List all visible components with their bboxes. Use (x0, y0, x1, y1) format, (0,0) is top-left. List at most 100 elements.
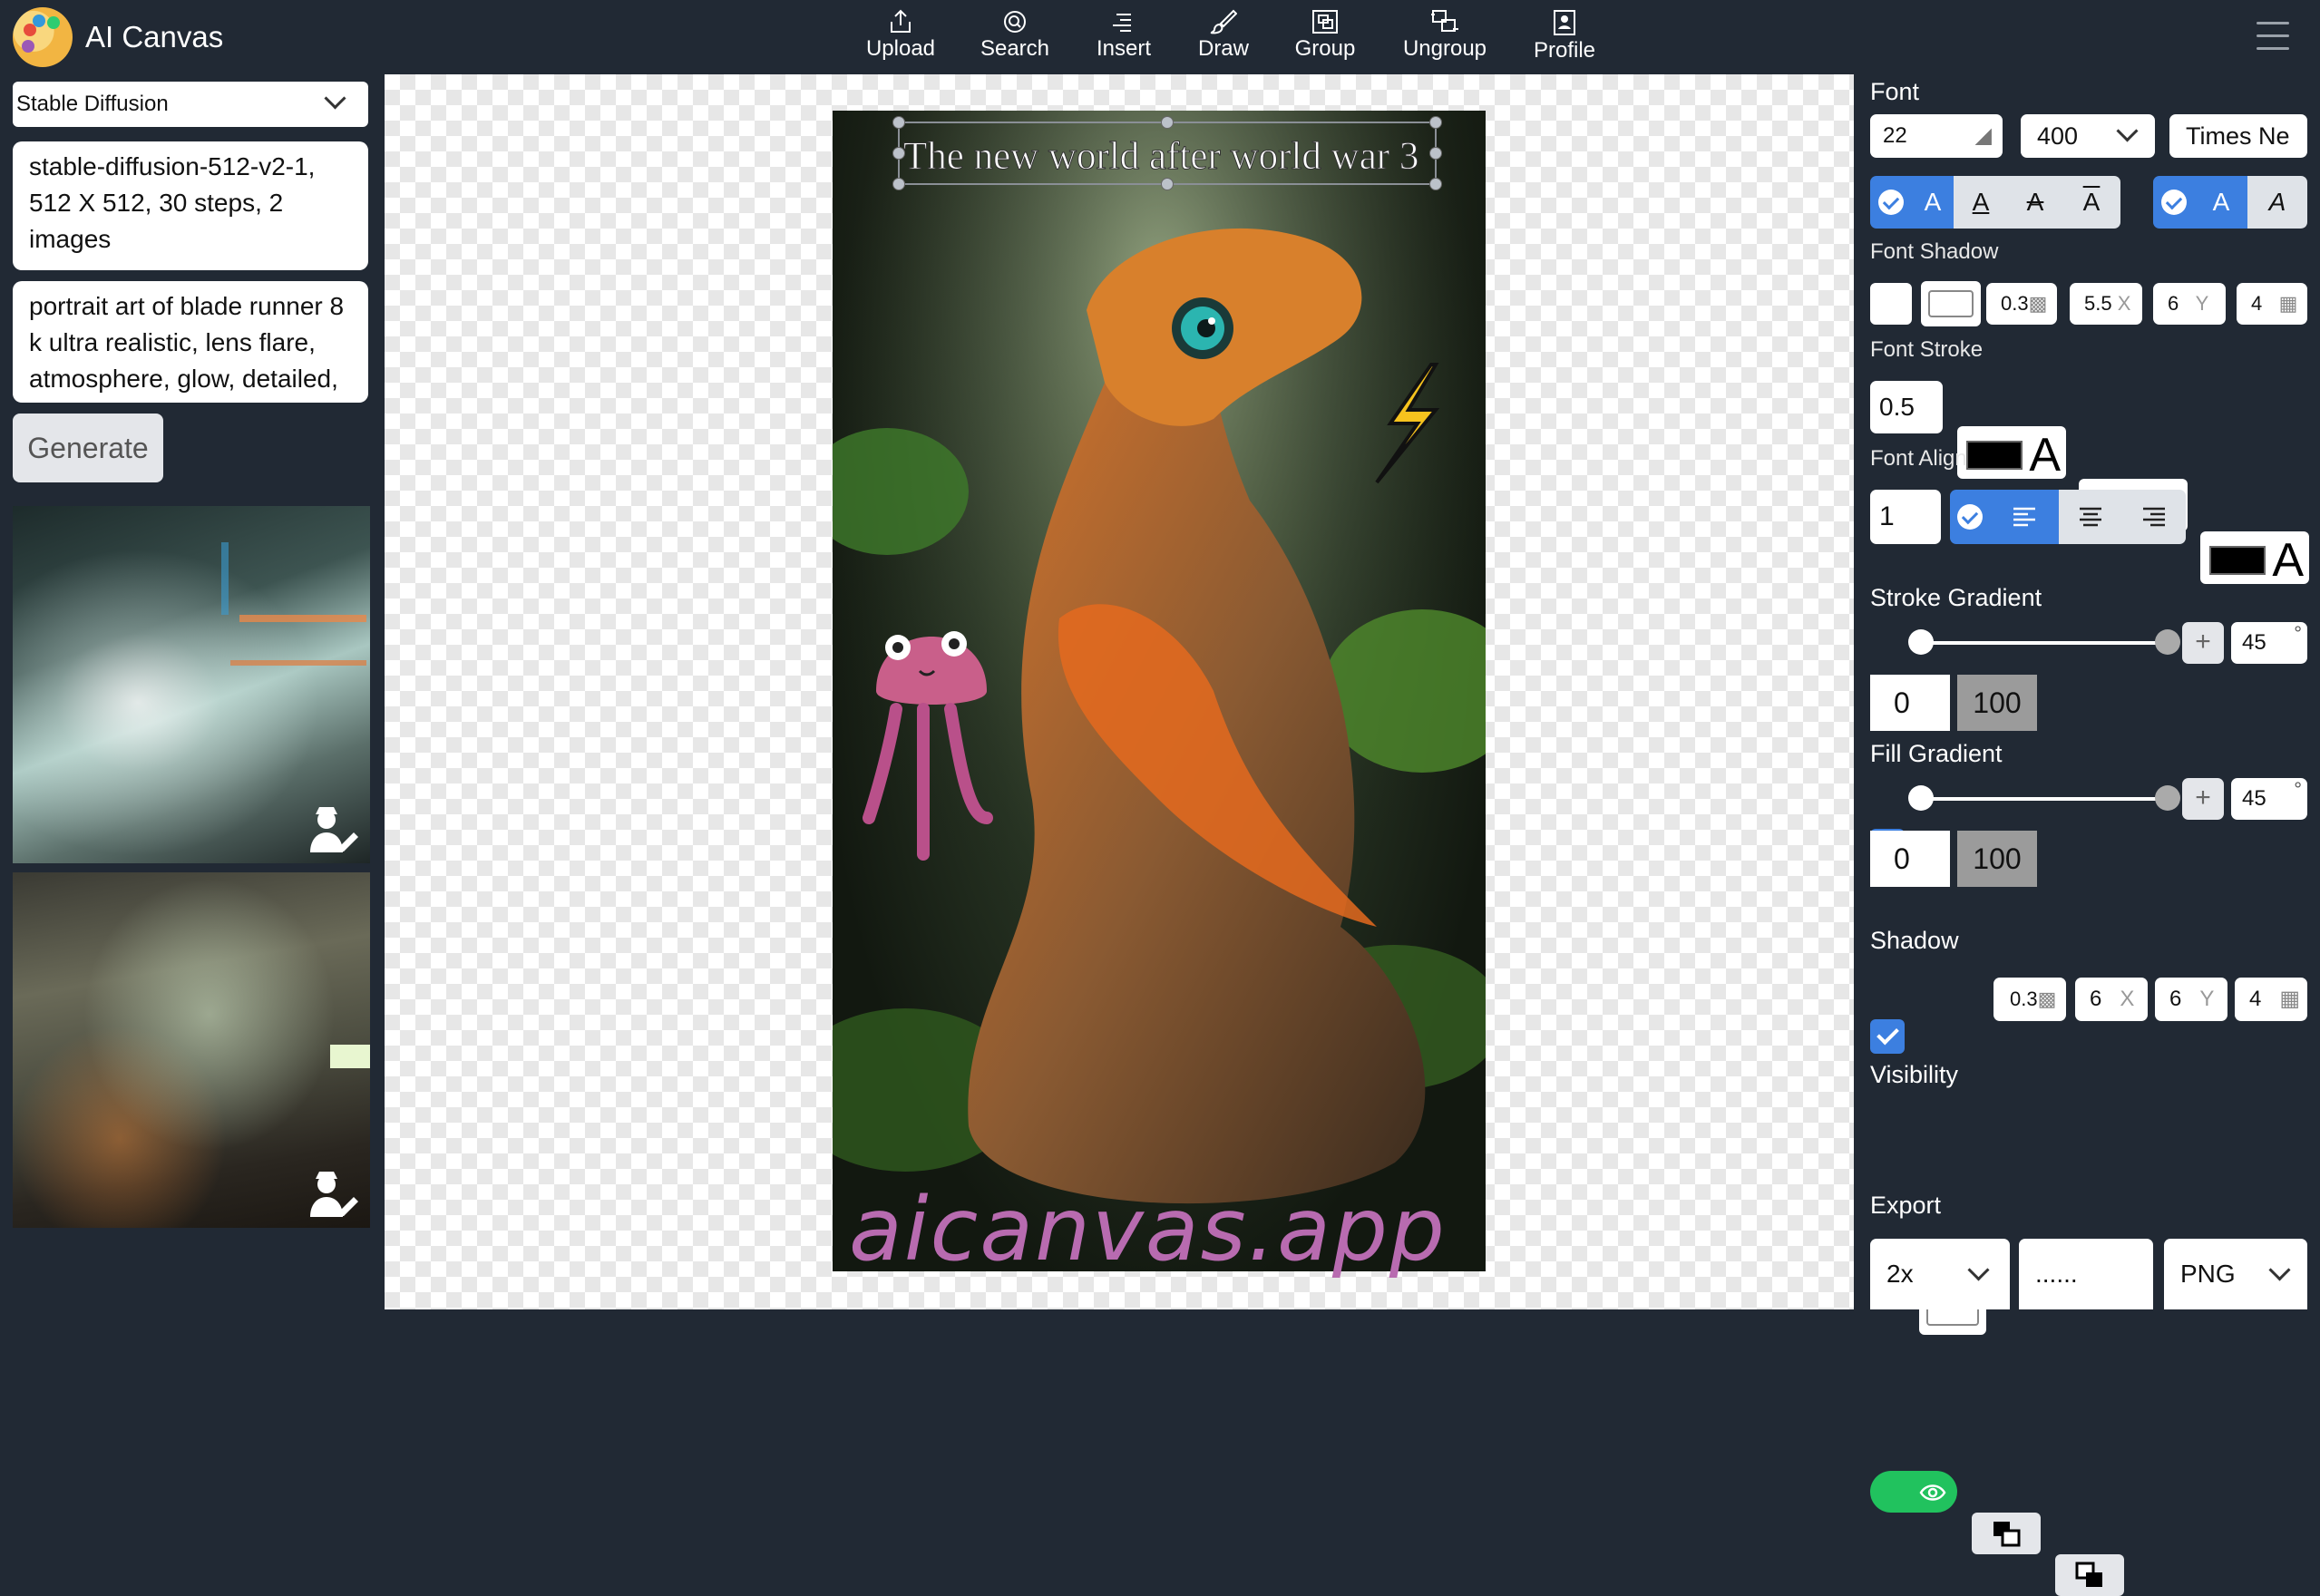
font-italic-toggle[interactable]: A (2247, 176, 2307, 229)
draw-button[interactable]: Draw (1174, 5, 1273, 69)
fill-gradient-end-input[interactable]: 100 (1957, 831, 2037, 887)
check-icon[interactable] (1870, 176, 1912, 229)
check-icon[interactable] (2153, 176, 2195, 229)
font-stroke-gradient-end-picker[interactable]: A (2200, 531, 2309, 587)
stroke-gradient-start-input[interactable]: 0 (1870, 675, 1950, 731)
shadow-opacity-input[interactable]: 0.3▩ (1993, 978, 2066, 1021)
shadow-y-input[interactable]: 6 Y (2155, 978, 2227, 1021)
canvas-artwork[interactable] (833, 111, 1486, 1271)
align-right-icon (2143, 507, 2165, 527)
opacity-icon: ▩ (2028, 292, 2048, 315)
stroke-gradient-end-input[interactable]: 100 (1957, 675, 2037, 731)
fill-gradient-add-button[interactable]: + (2182, 778, 2224, 820)
bring-forward-icon (1993, 1522, 2021, 1547)
font-style-group: A A (2153, 176, 2307, 229)
upload-button[interactable]: Upload (851, 5, 950, 69)
visibility-toggle[interactable] (1870, 1471, 1957, 1513)
resize-handle[interactable] (1161, 116, 1174, 129)
export-format-select[interactable]: PNG (2164, 1239, 2307, 1309)
resize-handle[interactable] (892, 116, 905, 129)
profile-label: Profile (1533, 38, 1596, 63)
edit-user-icon[interactable] (307, 1166, 361, 1221)
generated-image-thumbnail[interactable] (13, 506, 370, 863)
fill-gradient-start-input[interactable]: 0 (1870, 831, 1950, 887)
generate-button[interactable]: Generate (13, 414, 163, 482)
profile-icon (1554, 10, 1575, 35)
font-shadow-blur-input[interactable]: 4 ▦ (2237, 283, 2307, 325)
watermark-text[interactable]: aicanvas.app (849, 1179, 1447, 1280)
font-underline-toggle[interactable]: A (1954, 176, 2008, 229)
hamburger-menu-icon[interactable] (2257, 22, 2289, 53)
fill-gradient-checkbox[interactable] (1870, 1019, 1905, 1054)
font-shadow-x-input[interactable]: 5.5 X (2070, 283, 2142, 325)
resize-handle[interactable] (1429, 116, 1442, 129)
font-shadow-toggle[interactable] (1870, 283, 1912, 325)
font-regular-toggle[interactable]: A (2195, 176, 2247, 229)
search-icon (1004, 11, 1026, 33)
stroke-gradient-angle-value: 45 (2242, 630, 2266, 655)
y-unit: Y (2195, 292, 2209, 315)
align-center-icon (2080, 507, 2101, 527)
font-normal-toggle[interactable]: A (1912, 176, 1954, 229)
font-size-input[interactable]: 22 ◢ (1870, 114, 2003, 158)
profile-button[interactable]: Profile (1515, 5, 1614, 69)
align-left-button[interactable] (1990, 490, 2059, 544)
send-backward-button[interactable] (2055, 1554, 2124, 1596)
group-button[interactable]: Group (1275, 5, 1375, 69)
ungroup-button[interactable]: Ungroup (1395, 5, 1495, 69)
top-bar: AI Canvas Upload Search Insert Draw Grou… (0, 0, 2320, 74)
font-shadow-y-input[interactable]: 6 Y (2153, 283, 2226, 325)
check-icon[interactable] (1950, 490, 1990, 544)
degree-symbol: ° (2294, 778, 2302, 801)
line-height-input[interactable]: 1 (1870, 490, 1941, 544)
font-stroke-color-picker[interactable]: A (1957, 426, 2066, 482)
fill-gradient-slider-start[interactable] (1908, 785, 1934, 811)
font-overline-toggle[interactable]: A (2062, 176, 2120, 229)
fill-gradient-slider-track[interactable] (1917, 797, 2168, 801)
shadow-blur-input[interactable]: 4 ▦ (2235, 978, 2307, 1021)
font-stroke-width-input[interactable]: 0.5 (1870, 381, 1943, 433)
insert-button[interactable]: Insert (1074, 5, 1174, 69)
font-shadow-label: Font Shadow (1870, 239, 1999, 264)
font-weight-select[interactable]: 400 (2021, 114, 2155, 158)
font-shadow-y-value: 6 (2168, 292, 2179, 315)
generated-image-thumbnail[interactable] (13, 872, 370, 1228)
font-shadow-blur-value: 4 (2251, 292, 2263, 315)
prompt-textarea[interactable]: portrait art of blade runner 8 k ultra r… (13, 281, 368, 403)
group-label: Group (1294, 36, 1356, 61)
stroke-gradient-add-button[interactable]: + (2182, 622, 2224, 664)
font-strikethrough-toggle[interactable]: A (2008, 176, 2062, 229)
bring-forward-button[interactable] (1972, 1513, 2041, 1554)
export-filename-input[interactable]: ...... (2019, 1239, 2153, 1309)
stroke-gradient-slider-track[interactable] (1917, 641, 2168, 645)
edit-user-icon[interactable] (307, 802, 361, 856)
align-center-button[interactable] (2059, 490, 2122, 544)
export-scale-select[interactable]: 2x (1870, 1239, 2010, 1309)
search-button[interactable]: Search (965, 5, 1065, 69)
stroke-gradient-slider-end[interactable] (2155, 629, 2180, 655)
canvas-caption-text[interactable]: The new world after world war 3 (902, 134, 1418, 179)
settings-textarea[interactable]: stable-diffusion-512-v2-1, 512 X 512, 30… (13, 141, 368, 270)
align-right-button[interactable] (2122, 490, 2186, 544)
shadow-x-input[interactable]: 6 X (2075, 978, 2148, 1021)
resize-handle[interactable] (892, 178, 905, 190)
fill-gradient-angle-input[interactable]: 45 ° (2231, 778, 2307, 820)
ungroup-icon (1431, 10, 1458, 32)
font-shadow-opacity-input[interactable]: 0.3▩ (1986, 283, 2057, 325)
font-shadow-x-value: 5.5 (2084, 292, 2112, 315)
resize-handle[interactable] (1429, 178, 1442, 190)
shadow-opacity-value: 0.3 (2010, 988, 2038, 1010)
font-stroke-label: Font Stroke (1870, 337, 1984, 362)
export-label: Export (1870, 1192, 1942, 1219)
font-shadow-color-picker[interactable] (1921, 281, 1981, 326)
model-select[interactable]: Stable Diffusion (13, 82, 368, 127)
draw-label: Draw (1197, 36, 1249, 61)
export-format-value: PNG (2180, 1260, 2236, 1288)
font-family-select[interactable]: Times Ne (2169, 114, 2307, 158)
resize-handle[interactable] (1429, 147, 1442, 160)
fill-gradient-slider-end[interactable] (2155, 785, 2180, 811)
stroke-gradient-slider-start[interactable] (1908, 629, 1934, 655)
resize-handle[interactable] (1161, 178, 1174, 190)
font-shadow-opacity-value: 0.3 (2001, 292, 2029, 315)
stroke-gradient-angle-input[interactable]: 45 ° (2231, 622, 2307, 664)
